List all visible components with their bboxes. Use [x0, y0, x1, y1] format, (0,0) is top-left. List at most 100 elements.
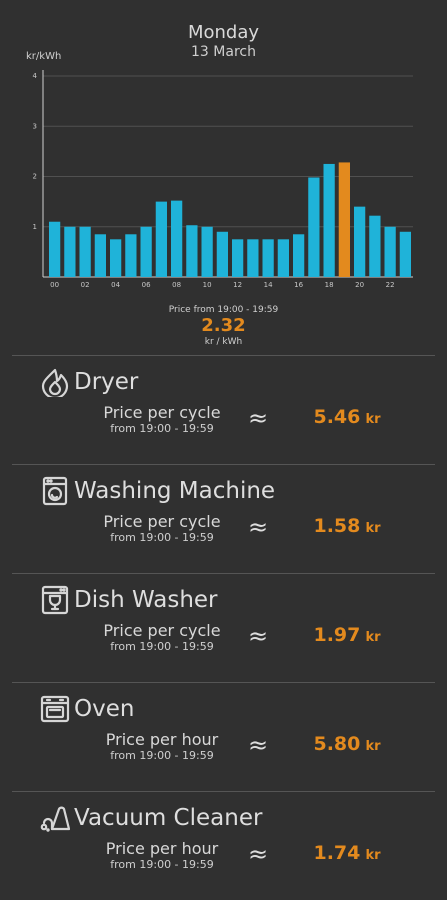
cost-value: 1.58 [313, 515, 361, 537]
bar [140, 226, 152, 277]
appliance-title: Oven [40, 693, 134, 725]
washing-machine-icon [40, 476, 70, 506]
from-label: from 19:00 - 19:59 [110, 531, 214, 544]
cost-unit: kr [365, 412, 381, 427]
current-price-value: 2.32 [201, 315, 246, 336]
oven-icon [40, 694, 70, 724]
appliance-cost: 1.74 kr [297, 842, 397, 864]
x-tick-label: 22 [386, 281, 395, 289]
appliance-card-dish-washer[interactable]: Dish Washer Price per cycle from 19:00 -… [12, 573, 435, 682]
bar [155, 201, 167, 277]
bar [201, 226, 213, 277]
bar [293, 234, 305, 277]
bar [399, 231, 411, 277]
vacuum-cleaner-icon [40, 803, 70, 833]
x-tick-label: 08 [172, 281, 181, 289]
cost-value: 5.80 [313, 733, 361, 755]
cost-value: 1.97 [313, 624, 361, 646]
appliance-card-vacuum-cleaner[interactable]: Vacuum Cleaner Price per hour from 19:00… [12, 791, 435, 900]
x-tick-label: 14 [264, 281, 273, 289]
per-label: Price per hour [105, 839, 219, 858]
price-bar-chart: kr/kWh123400 02 04 06 08 10 12 14 16 18 20 22 [26, 51, 413, 289]
bar [171, 200, 183, 277]
cost-value: 5.46 [313, 406, 361, 428]
per-label: Price per cycle [103, 403, 221, 422]
appliance-cost: 5.80 kr [297, 733, 397, 755]
bar [49, 221, 61, 277]
cost-unit: kr [365, 630, 381, 645]
appliance-title: Dryer [40, 366, 138, 398]
y-tick-label: 2 [33, 173, 37, 181]
bar [232, 239, 244, 277]
current-price-unit: kr / kWh [204, 337, 243, 347]
cost-unit: kr [365, 739, 381, 754]
cost-label: Price per cycle from 19:00 - 19:59 [102, 621, 222, 654]
y-tick-label: 1 [33, 223, 37, 231]
x-tick-label: 06 [142, 281, 151, 289]
y-tick-label: 4 [33, 72, 38, 80]
from-label: from 19:00 - 19:59 [110, 422, 214, 435]
bar [125, 234, 137, 277]
x-tick-label: 18 [325, 281, 334, 289]
bar [216, 231, 228, 277]
bar-current-hour [338, 162, 350, 277]
cost-label: Price per cycle from 19:00 - 19:59 [102, 403, 222, 436]
dryer-icon [40, 367, 70, 397]
current-price-block: Price from 19:00 - 19:59 2.32 kr / kWh [0, 305, 447, 347]
y-axis-label: kr/kWh [26, 51, 61, 62]
bar [110, 239, 122, 277]
x-tick-label: 02 [81, 281, 90, 289]
x-tick-label: 04 [111, 281, 120, 289]
per-label: Price per cycle [103, 512, 221, 531]
bar [277, 239, 289, 277]
approx-symbol: ≈ [248, 404, 269, 432]
per-label: Price per hour [105, 730, 219, 749]
x-tick-label: 20 [355, 281, 364, 289]
per-label: Price per cycle [103, 621, 221, 640]
x-tick-label: 10 [203, 281, 212, 289]
x-tick-label: 12 [233, 281, 242, 289]
appliance-name: Washing Machine [74, 478, 276, 504]
bar [354, 206, 366, 277]
appliance-name: Vacuum Cleaner [74, 805, 263, 831]
x-tick-label: 00 [50, 281, 59, 289]
from-label: from 19:00 - 19:59 [110, 749, 214, 762]
appliance-title: Vacuum Cleaner [40, 802, 262, 834]
bar [262, 239, 274, 277]
y-tick-label: 3 [33, 122, 37, 130]
bar [247, 239, 259, 277]
appliance-name: Oven [74, 696, 135, 722]
approx-symbol: ≈ [248, 513, 269, 541]
current-price-label: Price from 19:00 - 19:59 [168, 305, 279, 315]
cost-value: 1.74 [313, 842, 361, 864]
x-tick-label: 16 [294, 281, 303, 289]
bar [369, 215, 381, 277]
appliance-cost: 5.46 kr [297, 406, 397, 428]
bar [64, 226, 76, 277]
appliance-name: Dryer [74, 369, 139, 395]
appliance-cost: 1.97 kr [297, 624, 397, 646]
cost-label: Price per hour from 19:00 - 19:59 [102, 730, 222, 763]
bar [323, 163, 335, 277]
bar [186, 225, 198, 277]
from-label: from 19:00 - 19:59 [110, 858, 214, 871]
bar [384, 226, 396, 277]
appliance-cost: 1.58 kr [297, 515, 397, 537]
cost-label: Price per hour from 19:00 - 19:59 [102, 839, 222, 872]
approx-symbol: ≈ [248, 731, 269, 759]
bar [94, 234, 106, 277]
cost-label: Price per cycle from 19:00 - 19:59 [102, 512, 222, 545]
cost-unit: kr [365, 848, 381, 863]
bar [79, 226, 91, 277]
appliance-card-washing-machine[interactable]: Washing Machine Price per cycle from 19:… [12, 464, 435, 573]
bar [308, 177, 320, 277]
appliance-name: Dish Washer [74, 587, 218, 613]
appliance-card-oven[interactable]: Oven Price per hour from 19:00 - 19:59 ≈… [12, 682, 435, 791]
appliance-card-dryer[interactable]: Dryer Price per cycle from 19:00 - 19:59… [12, 355, 435, 464]
dish-washer-icon [40, 585, 70, 615]
approx-symbol: ≈ [248, 840, 269, 868]
cost-unit: kr [365, 521, 381, 536]
appliance-title: Dish Washer [40, 584, 218, 616]
from-label: from 19:00 - 19:59 [110, 640, 214, 653]
appliance-title: Washing Machine [40, 475, 275, 507]
